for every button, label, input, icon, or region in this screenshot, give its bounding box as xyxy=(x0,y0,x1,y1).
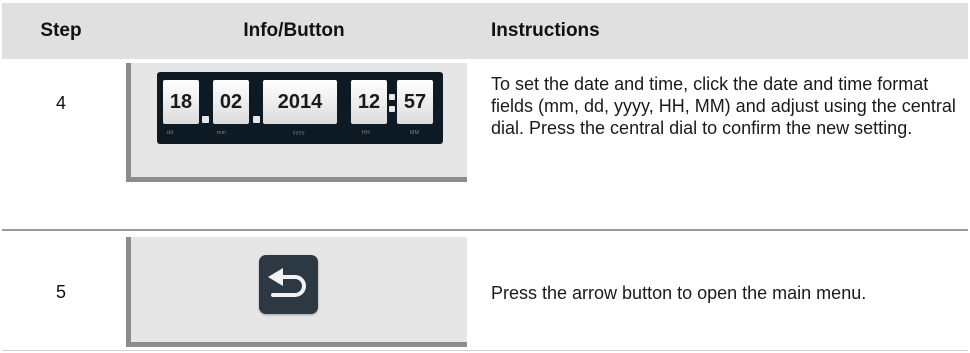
year-field[interactable]: 2014 xyxy=(263,80,337,124)
instruction-text: To set the date and time, click the date… xyxy=(491,74,956,138)
datetime-display: 18 02 2014 12 57 dd mm yyyy HH MM xyxy=(157,72,443,144)
datetime-panel: 18 02 2014 12 57 dd mm yyyy HH MM xyxy=(126,63,467,182)
header-instructions: Instructions xyxy=(491,20,600,41)
header-info-button: Info/Button xyxy=(243,20,345,41)
step-number: 5 xyxy=(55,282,66,302)
day-field-label: dd xyxy=(167,130,174,136)
button-panel xyxy=(126,237,467,347)
row-divider xyxy=(2,229,968,231)
back-arrow-button[interactable] xyxy=(259,255,318,314)
minute-field[interactable]: 57 xyxy=(397,80,433,124)
month-field[interactable]: 02 xyxy=(213,80,249,124)
day-field[interactable]: 18 xyxy=(163,80,199,124)
back-arrow-icon xyxy=(268,268,306,297)
hour-field-label: HH xyxy=(362,130,371,136)
instruction-text: Press the arrow button to open the main … xyxy=(491,283,867,303)
minute-field-label: MM xyxy=(410,130,420,136)
year-field-label: yyyy xyxy=(293,130,305,136)
date-separator xyxy=(201,108,209,130)
month-field-label: mm xyxy=(217,130,227,136)
hour-field[interactable]: 12 xyxy=(351,80,387,124)
table-row-step-5: 5 Press the arrow button to open the mai… xyxy=(2,237,968,349)
table-header: Step Info/Button Instructions xyxy=(2,3,968,59)
step-number: 4 xyxy=(55,93,66,113)
time-separator xyxy=(388,88,396,118)
date-separator xyxy=(252,108,260,130)
row-divider xyxy=(2,350,968,351)
header-step: Step xyxy=(40,20,82,41)
